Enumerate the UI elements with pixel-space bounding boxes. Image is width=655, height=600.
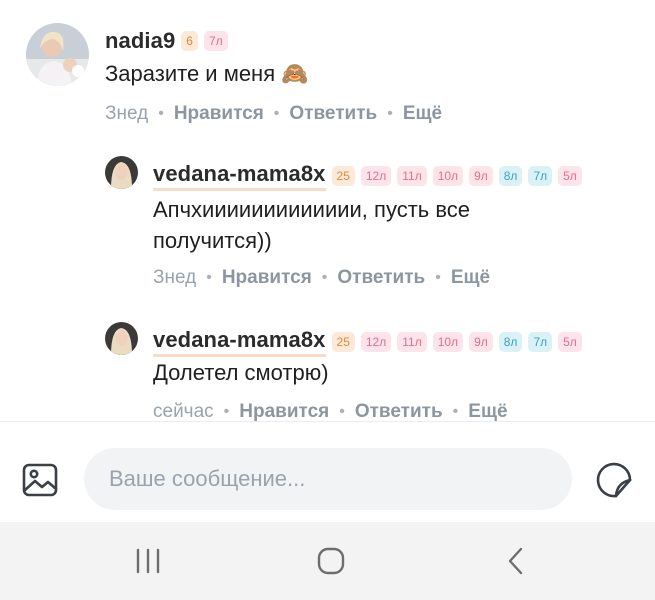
child-age-badge: 12л	[360, 332, 392, 352]
child-age-badge: 8л	[498, 332, 523, 352]
sticker-icon[interactable]	[594, 460, 634, 500]
comment-header: nadia9 6 7л	[105, 28, 228, 54]
child-age-badge: 11л	[397, 332, 427, 352]
child-age-badge: 12л	[360, 166, 392, 186]
comment-time: сейчас	[153, 401, 214, 422]
comment-header: vedana-mama8x 25 12л 11л 10л 9л 8л 7л 5л	[153, 161, 582, 191]
reply-button[interactable]: Ответить	[337, 267, 425, 289]
level-badge: 25	[331, 166, 355, 186]
separator-dot: •	[206, 269, 212, 286]
like-button[interactable]: Нравится	[174, 103, 264, 125]
more-button[interactable]: Ещё	[403, 103, 442, 125]
child-age-badge: 10л	[432, 166, 464, 186]
comment-time: Знед	[153, 267, 197, 288]
comment-time: Знед	[105, 103, 149, 124]
comment-text-line: получится))	[153, 228, 272, 253]
comment-text-line: Апчхиииииииииииии, пусть все	[153, 197, 471, 222]
separator-dot: •	[158, 105, 164, 122]
avatar[interactable]	[105, 156, 138, 189]
system-nav-bar	[0, 522, 655, 600]
comment-actions: Знед • Нравится • Ответить • Ещё	[105, 103, 442, 125]
child-age-badge: 11л	[397, 166, 427, 186]
separator-dot: •	[387, 105, 393, 122]
level-badge: 6	[181, 31, 198, 51]
comment-actions: сейчас • Нравится • Ответить • Ещё	[153, 401, 508, 423]
separator-dot: •	[273, 105, 280, 122]
comment-text: Апчхиииииииииииии, пусть все получится))	[153, 194, 470, 256]
child-age-badge: 9л	[469, 332, 493, 352]
separator-dot: •	[435, 269, 441, 286]
child-age-badge: 7л	[528, 166, 553, 186]
child-age-badge: 7л	[528, 332, 553, 352]
separator-dot: •	[321, 269, 328, 286]
message-composer	[0, 422, 655, 522]
username[interactable]: vedana-mama8x	[153, 327, 326, 357]
username[interactable]: nadia9	[105, 28, 175, 54]
separator-dot: •	[339, 403, 345, 420]
back-icon[interactable]	[502, 546, 532, 576]
reply-button[interactable]: Ответить	[289, 103, 377, 125]
child-age-badge: 10л	[432, 332, 464, 352]
home-icon[interactable]	[316, 546, 346, 576]
message-input[interactable]	[84, 448, 572, 510]
more-button[interactable]: Ещё	[468, 401, 507, 423]
child-age-badge: 9л	[469, 166, 493, 186]
recent-apps-icon[interactable]	[133, 546, 163, 576]
child-age-badge: 5л	[558, 166, 582, 186]
avatar[interactable]	[26, 23, 89, 86]
gallery-icon[interactable]	[20, 460, 60, 500]
child-age-badge: 7л	[203, 31, 228, 51]
comment-header: vedana-mama8x 25 12л 11л 10л 9л 8л 7л 5л	[153, 327, 582, 357]
child-age-badge: 5л	[558, 332, 582, 352]
child-age-badge: 8л	[498, 166, 523, 186]
more-button[interactable]: Ещё	[451, 267, 490, 289]
like-button[interactable]: Нравится	[222, 267, 312, 289]
avatar[interactable]	[105, 322, 138, 355]
comment-actions: Знед • Нравится • Ответить • Ещё	[153, 267, 490, 289]
like-button[interactable]: Нравится	[239, 401, 329, 423]
level-badge: 25	[331, 332, 355, 352]
username[interactable]: vedana-mama8x	[153, 161, 326, 191]
comment-text: Долетел смотрю)	[153, 360, 329, 385]
reply-button[interactable]: Ответить	[355, 401, 443, 423]
separator-dot: •	[223, 403, 230, 420]
separator-dot: •	[452, 403, 459, 420]
comment-text: Заразите и меня 🙈	[105, 61, 309, 86]
